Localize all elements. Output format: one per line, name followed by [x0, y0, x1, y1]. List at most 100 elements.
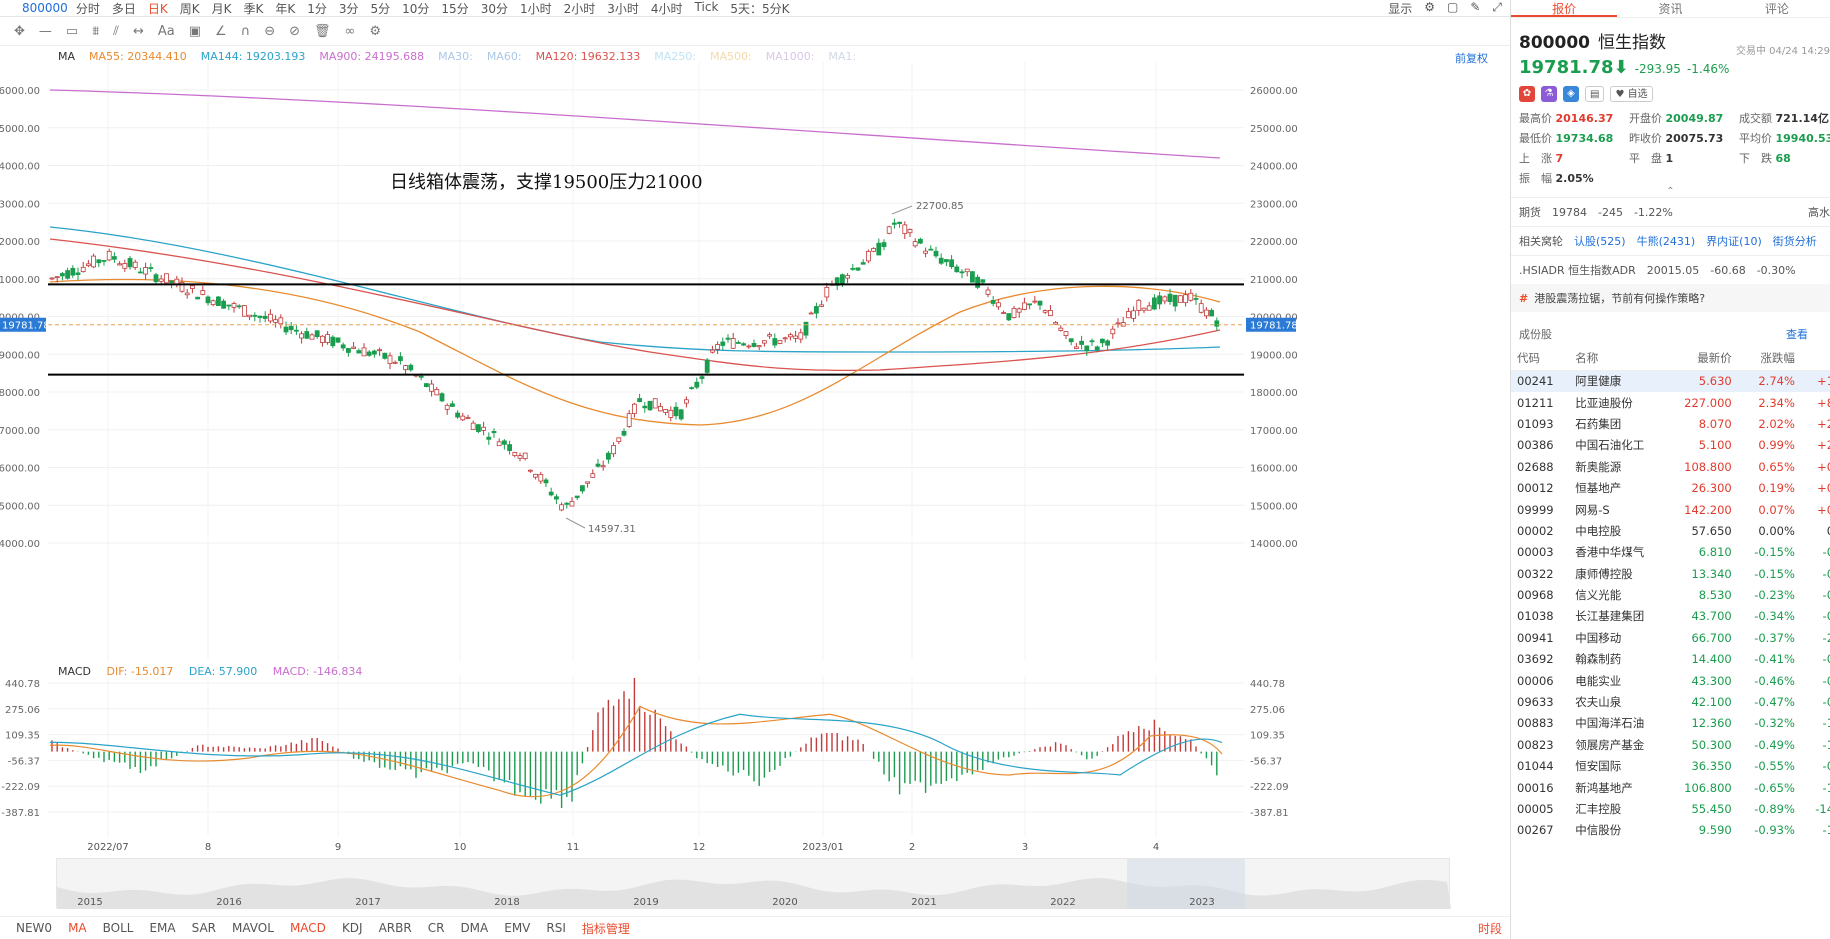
add-favorite-button[interactable]: ♥ 自选: [1610, 86, 1653, 102]
period-10[interactable]: 10分: [402, 0, 429, 16]
period-14[interactable]: 2小时: [564, 0, 596, 16]
table-row[interactable]: 00006 电能实业 43.300 -0.46% -0.4: [1511, 670, 1830, 691]
ruler-icon[interactable]: ∠: [215, 24, 227, 39]
line-tool-icon[interactable]: —: [39, 24, 52, 39]
table-row[interactable]: 00016 新鸿基地产 106.800 -0.65% -1.6: [1511, 777, 1830, 798]
futures-row[interactable]: 期货 19784 -245 -1.22% 高水: [1511, 197, 1830, 226]
period-1[interactable]: 多日: [112, 0, 136, 16]
magnet-icon[interactable]: ∩: [241, 24, 251, 39]
pen-icon[interactable]: ✎: [1470, 0, 1480, 16]
expand-icon[interactable]: ⤢: [1492, 0, 1502, 16]
table-header[interactable]: 最新价: [1666, 346, 1738, 371]
table-row[interactable]: 01038 长江基建集团 43.700 -0.34% -0.1: [1511, 606, 1830, 627]
view-all-link[interactable]: 查看: [1786, 326, 1808, 342]
table-header[interactable]: 贡: [1800, 346, 1830, 371]
indicator-3[interactable]: EMA: [149, 921, 175, 935]
indicator-0[interactable]: NEW0: [16, 921, 52, 935]
indicator-9[interactable]: CR: [428, 921, 445, 935]
table-row[interactable]: 00012 恒基地产 26.300 0.19% +0.1: [1511, 477, 1830, 498]
table-row[interactable]: 01211 比亚迪股份 227.000 2.34% +8.5: [1511, 392, 1830, 413]
strategy-banner[interactable]: # 港股震荡拉锯，节前有何操作策略?: [1511, 284, 1830, 312]
tab-quote[interactable]: 报价: [1511, 0, 1618, 17]
indicator-5[interactable]: MAVOL: [232, 921, 274, 935]
gear-icon[interactable]: ⚙: [1424, 0, 1435, 16]
indicator-4[interactable]: SAR: [192, 921, 216, 935]
macd-chart[interactable]: 440.78 440.78 275.06 275.06 109.35 109.35 -56.…: [0, 676, 1510, 836]
indicator-11[interactable]: EMV: [504, 921, 530, 935]
lock-icon[interactable]: ⊖: [264, 24, 275, 39]
period-5[interactable]: 季K: [243, 0, 263, 16]
display-menu[interactable]: 显示: [1388, 0, 1412, 16]
table-row[interactable]: 00883 中国海洋石油 12.360 -0.32% -1.5: [1511, 713, 1830, 734]
table-row[interactable]: 00386 中国石油化工 5.100 0.99% +2.1: [1511, 435, 1830, 456]
table-row[interactable]: 03692 翰森制药 14.400 -0.41% -0.1: [1511, 649, 1830, 670]
arrow-tool-icon[interactable]: ↔: [133, 24, 144, 39]
indicator-8[interactable]: ARBR: [379, 921, 412, 935]
table-row[interactable]: 00267 中信股份 9.590 -0.93% -1.0: [1511, 820, 1830, 841]
table-row[interactable]: 00241阿里健康5.6302.74%+1.3: [1511, 370, 1830, 392]
indicator-7[interactable]: KDJ: [342, 921, 363, 935]
period-3[interactable]: 周K: [180, 0, 200, 16]
note-icon[interactable]: ▤: [1585, 86, 1605, 102]
table-header[interactable]: 涨跌幅: [1737, 346, 1801, 371]
fib-tool-icon[interactable]: ⩩: [92, 24, 99, 39]
warrant-inline[interactable]: 界内证(10): [1706, 235, 1762, 248]
period-11[interactable]: 15分: [441, 0, 468, 16]
period-17[interactable]: Tick: [695, 0, 719, 16]
trash-icon[interactable]: 🗑: [314, 24, 331, 39]
period-18[interactable]: 5天：5分K: [730, 0, 789, 16]
link-icon[interactable]: ∞: [345, 24, 356, 39]
period-4[interactable]: 月K: [212, 0, 232, 16]
hide-icon[interactable]: ⊘: [289, 24, 300, 39]
period-8[interactable]: 3分: [339, 0, 359, 16]
tab-comments[interactable]: 评论: [1724, 0, 1830, 17]
indicator-6[interactable]: MACD: [290, 921, 326, 935]
table-header[interactable]: 名称: [1569, 346, 1667, 371]
candlestick-chart[interactable]: 26000.00 26000.00 25000.00 25000.00 24000.00…: [0, 62, 1510, 660]
table-row[interactable]: 00941 中国移动 66.700 -0.37% -2.5: [1511, 627, 1830, 648]
indicator-10[interactable]: DMA: [460, 921, 488, 935]
settings-icon[interactable]: ⚙: [369, 24, 381, 39]
indicator-1[interactable]: MA: [68, 921, 87, 935]
table-row[interactable]: 00823 领展房产基金 50.300 -0.49% -1.0: [1511, 734, 1830, 755]
warrant-cbbc[interactable]: 牛熊(2431): [1637, 235, 1696, 248]
warrant-call[interactable]: 认股(525): [1574, 235, 1626, 248]
period-0[interactable]: 分时: [76, 0, 100, 16]
range-navigator[interactable]: 2015 2016 2017 2018 2019 2020 2021 2022 2023: [56, 858, 1451, 909]
table-row[interactable]: 00005 汇丰控股 55.450 -0.89% -14.0: [1511, 798, 1830, 819]
period-2[interactable]: 日K: [148, 0, 168, 16]
table-row[interactable]: 00322 康师傅控股 13.340 -0.15% -0.0: [1511, 563, 1830, 584]
indicator-12[interactable]: RSI: [546, 921, 566, 935]
navigator-window[interactable]: [1127, 859, 1245, 909]
table-row[interactable]: 02688 新奥能源 108.800 0.65% +0.9: [1511, 456, 1830, 477]
table-row[interactable]: 09633 农夫山泉 42.100 -0.47% -0.6: [1511, 691, 1830, 712]
chart-annotation[interactable]: 日线箱体震荡，支撑19500压力21000: [390, 172, 703, 193]
period-12[interactable]: 30分: [481, 0, 508, 16]
time-toggle[interactable]: 时段: [1478, 920, 1502, 937]
period-16[interactable]: 4小时: [651, 0, 683, 16]
table-row[interactable]: 00002 中电控股 57.650 0.00% 0.0: [1511, 520, 1830, 541]
warrant-analysis[interactable]: 街货分析: [1773, 235, 1817, 248]
period-9[interactable]: 5分: [371, 0, 391, 16]
period-15[interactable]: 3小时: [607, 0, 639, 16]
table-row[interactable]: 00003 香港中华煤气 6.810 -0.15% -0.1: [1511, 542, 1830, 563]
period-7[interactable]: 1分: [307, 0, 327, 16]
text-tool-icon[interactable]: Aa: [158, 24, 175, 39]
crosshair-icon[interactable]: ✥: [14, 24, 25, 39]
channel-tool-icon[interactable]: ⫽: [113, 24, 119, 39]
table-row[interactable]: 00968 信义光能 8.530 -0.23% -0.1: [1511, 584, 1830, 605]
table-row[interactable]: 01093 石药集团 8.070 2.02% +2.3: [1511, 413, 1830, 434]
camera-icon[interactable]: ▢: [1447, 0, 1458, 16]
comment-tool-icon[interactable]: ▣: [189, 24, 201, 39]
table-header[interactable]: 代码: [1511, 346, 1570, 371]
indicator-2[interactable]: BOLL: [103, 921, 134, 935]
tab-news[interactable]: 资讯: [1617, 0, 1723, 17]
indicator-13[interactable]: 指标管理: [582, 920, 630, 937]
table-row[interactable]: 09999 网易-S 142.200 0.07% +0.1: [1511, 499, 1830, 520]
table-row[interactable]: 01044 恒安国际 36.350 -0.55% -0.2: [1511, 756, 1830, 777]
collapse-icon[interactable]: ⌃: [1511, 186, 1830, 197]
rect-tool-icon[interactable]: ▭: [66, 24, 78, 39]
period-13[interactable]: 1小时: [520, 0, 552, 16]
adr-row[interactable]: .HSIADR 恒生指数ADR 20015.05 -60.68 -0.30%: [1511, 255, 1830, 284]
period-6[interactable]: 年K: [275, 0, 295, 16]
